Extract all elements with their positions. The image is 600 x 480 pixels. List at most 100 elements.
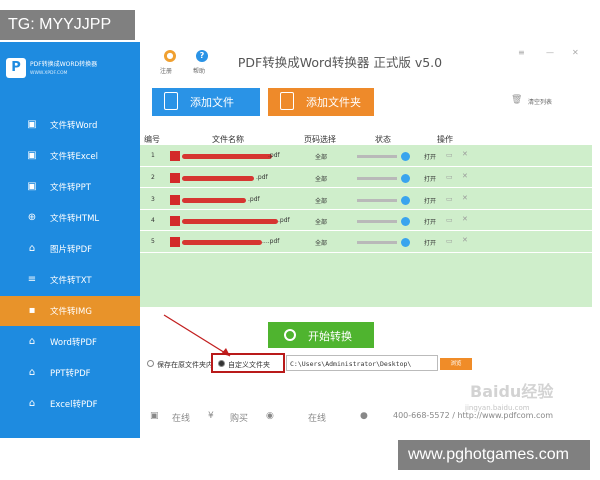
delete-icon[interactable]: ✕ (462, 150, 468, 158)
play-icon[interactable] (401, 217, 410, 226)
sidebar-item-txt[interactable]: ≡ 文件转TXT (0, 265, 140, 295)
pages-select[interactable]: 全部 (315, 238, 327, 247)
open-button[interactable]: 打开 (424, 238, 436, 247)
file-suffix: ....pdf (262, 238, 280, 245)
sidebar-item-label: Word转PDF (50, 338, 97, 348)
delete-icon[interactable]: ✕ (462, 215, 468, 223)
folder-icon[interactable]: ▭ (446, 173, 453, 181)
register-label[interactable]: 注册 (160, 66, 172, 75)
row-divider (140, 252, 592, 253)
open-button[interactable]: 打开 (424, 196, 436, 205)
add-file-label: 添加文件 (190, 96, 234, 109)
sidebar-item-label: 文件转PPT (50, 183, 91, 193)
pdf-file-icon (170, 173, 180, 183)
delete-icon[interactable]: ✕ (462, 194, 468, 202)
pdf-icon: ⌂ (28, 243, 36, 254)
logo-name: PDF转换成WORD转换器 (30, 61, 98, 68)
minimize-icon[interactable]: — (546, 48, 554, 57)
online-link[interactable]: 在线 (308, 411, 326, 424)
folder-icon (280, 92, 294, 110)
col-status: 状态 (375, 135, 391, 144)
close-icon[interactable]: ✕ (572, 48, 579, 57)
add-folder-label: 添加文件夹 (306, 96, 361, 109)
help-icon[interactable]: ? (196, 50, 208, 62)
sidebar-item-ppt-to-pdf[interactable]: ⌂ PPT转PDF (0, 358, 140, 388)
pdf-file-icon (170, 216, 180, 226)
pages-select[interactable]: 全部 (315, 217, 327, 226)
open-button[interactable]: 打开 (424, 217, 436, 226)
file-table (140, 145, 592, 307)
watermark: Baidu经验 (470, 382, 554, 401)
row-number: 3 (151, 196, 155, 203)
pages-select[interactable]: 全部 (315, 174, 327, 183)
play-icon[interactable] (401, 152, 410, 161)
help-label[interactable]: 帮助 (193, 66, 205, 75)
cart-icon[interactable]: ¥ (208, 411, 214, 421)
pdf-file-icon (170, 195, 180, 205)
sidebar-item-word-to-pdf[interactable]: ⌂ Word转PDF (0, 327, 140, 357)
add-folder-button[interactable]: 添加文件夹 (268, 88, 374, 116)
browse-button[interactable]: 浏览 (440, 358, 472, 370)
redaction-mark (182, 219, 278, 224)
sidebar-item-label: 文件转Excel (50, 152, 99, 162)
online-service-link[interactable]: 在线 (172, 411, 190, 424)
sidebar-item-label: 文件转Word (50, 121, 98, 131)
delete-icon[interactable]: ✕ (462, 236, 468, 244)
file-suffix: .pdf (268, 152, 280, 159)
progress-bar (357, 241, 397, 244)
excel-icon: ▣ (27, 150, 37, 161)
progress-bar (357, 155, 397, 158)
sidebar-item-html[interactable]: ⊕ 文件转HTML (0, 203, 140, 233)
open-button[interactable]: 打开 (424, 174, 436, 183)
open-button[interactable]: 打开 (424, 152, 436, 161)
sidebar-item-img[interactable]: ▪ 文件转IMG (0, 296, 140, 326)
menu-icon[interactable]: ≡ (518, 48, 525, 57)
folder-icon[interactable]: ▭ (446, 151, 453, 159)
sidebar-item-word[interactable]: ▣ 文件转Word (0, 110, 140, 140)
sidebar-item-label: 文件转IMG (50, 307, 92, 317)
pages-select[interactable]: 全部 (315, 152, 327, 161)
start-convert-button[interactable]: 开始转换 (268, 322, 374, 348)
output-path-field[interactable]: C:\Users\Administrator\Desktop\ (286, 355, 438, 371)
refresh-icon (284, 329, 296, 341)
delete-icon[interactable]: ✕ (462, 172, 468, 180)
row-divider (140, 166, 592, 167)
redaction-mark (182, 176, 254, 181)
add-file-button[interactable]: 添加文件 (152, 88, 260, 116)
chat-icon[interactable]: ▣ (150, 411, 159, 421)
sidebar-item-label: 文件转HTML (50, 214, 100, 224)
col-filename: 文件名称 (212, 135, 244, 144)
clear-list-button[interactable]: 清空列表 (528, 97, 552, 106)
pages-select[interactable]: 全部 (315, 196, 327, 205)
folder-icon[interactable]: ▭ (446, 195, 453, 203)
qq-icon[interactable]: ◉ (266, 411, 274, 421)
globe-icon: ⊕ (27, 212, 37, 223)
buy-link[interactable]: 购买 (230, 411, 248, 424)
row-number: 4 (151, 217, 155, 224)
ppt-icon: ▣ (27, 181, 37, 192)
sidebar-item-ppt[interactable]: ▣ 文件转PPT (0, 172, 140, 202)
folder-icon[interactable]: ▭ (446, 216, 453, 224)
play-icon[interactable] (401, 238, 410, 247)
pdf-icon: ⌂ (28, 367, 36, 378)
watermark-sub: jingyan.baidu.com (465, 404, 530, 412)
row-number: 1 (151, 152, 155, 159)
register-icon[interactable]: ● (164, 50, 176, 62)
row-number: 2 (151, 174, 155, 181)
txt-icon: ≡ (27, 274, 37, 285)
sidebar-item-excel[interactable]: ▣ 文件转Excel (0, 141, 140, 171)
file-icon (164, 92, 178, 110)
file-suffix: .pdf (278, 217, 290, 224)
phone-icon: ● (360, 411, 368, 421)
sidebar-item-img-to-pdf[interactable]: ⌂ 图片转PDF (0, 234, 140, 264)
highlight-box (211, 353, 285, 373)
col-actions: 操作 (437, 135, 453, 144)
play-icon[interactable] (401, 174, 410, 183)
overlay-tag-bottom: www.pghotgames.com (398, 440, 590, 470)
folder-icon[interactable]: ▭ (446, 237, 453, 245)
play-icon[interactable] (401, 196, 410, 205)
pdf-file-icon (170, 151, 180, 161)
sidebar-item-excel-to-pdf[interactable]: ⌂ Excel转PDF (0, 389, 140, 419)
save-original-radio[interactable] (147, 360, 154, 367)
trash-icon[interactable]: 🗑 (511, 95, 522, 105)
